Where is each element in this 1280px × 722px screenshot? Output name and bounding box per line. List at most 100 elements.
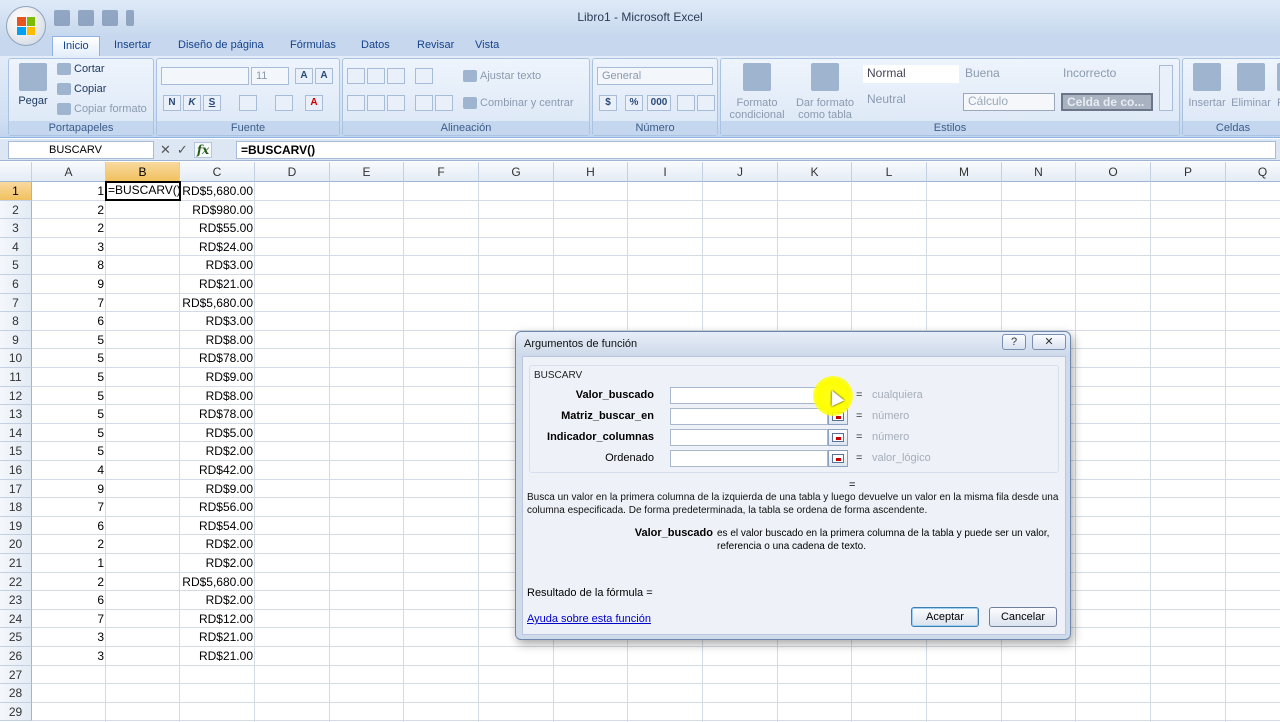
cell-a2[interactable]: 2 bbox=[32, 201, 106, 220]
column-header-j[interactable]: J bbox=[703, 162, 778, 182]
cell-c10[interactable]: RD$78.00 bbox=[180, 349, 255, 368]
row-header-2[interactable]: 2 bbox=[0, 200, 32, 220]
select-all-corner[interactable] bbox=[0, 162, 32, 182]
increase-decimal-icon[interactable] bbox=[677, 95, 695, 111]
cell-a10[interactable]: 5 bbox=[32, 349, 106, 368]
cut-button[interactable]: Cortar bbox=[57, 63, 105, 76]
tab-inicio[interactable]: Inicio bbox=[52, 36, 100, 56]
increase-indent-icon[interactable] bbox=[435, 95, 453, 111]
number-format-combo[interactable]: General bbox=[597, 67, 713, 85]
cell-c26[interactable]: RD$21.00 bbox=[180, 647, 255, 666]
row-header-18[interactable]: 18 bbox=[0, 498, 32, 517]
format-painter-button[interactable]: Copiar formato bbox=[57, 103, 147, 116]
column-header-g[interactable]: G bbox=[479, 162, 554, 182]
copy-button[interactable]: Copiar bbox=[57, 83, 106, 96]
cell-a3[interactable]: 2 bbox=[32, 219, 106, 238]
insert-function-icon[interactable]: fx bbox=[193, 142, 213, 158]
cell-a7[interactable]: 7 bbox=[32, 294, 106, 313]
cell-c5[interactable]: RD$3.00 bbox=[180, 256, 255, 275]
shrink-font-icon[interactable]: A bbox=[315, 68, 333, 84]
cell-c12[interactable]: RD$8.00 bbox=[180, 387, 255, 406]
cell-c23[interactable]: RD$2.00 bbox=[180, 591, 255, 610]
row-header-24[interactable]: 24 bbox=[0, 609, 32, 629]
column-header-q[interactable]: Q bbox=[1226, 162, 1280, 182]
align-middle-icon[interactable] bbox=[367, 68, 385, 84]
column-header-m[interactable]: M bbox=[927, 162, 1002, 182]
style-buena[interactable]: Buena bbox=[961, 65, 1057, 83]
cell-a6[interactable]: 9 bbox=[32, 275, 106, 294]
grow-font-icon[interactable]: A bbox=[295, 68, 313, 84]
cell-c1[interactable]: RD$5,680.00 bbox=[180, 182, 255, 201]
cell-a14[interactable]: 5 bbox=[32, 424, 106, 443]
cell-a1[interactable]: 1 bbox=[32, 182, 106, 201]
tab-diseno-pagina[interactable]: Diseño de página bbox=[168, 36, 274, 56]
cell-a26[interactable]: 3 bbox=[32, 647, 106, 666]
paste-button[interactable]: Pegar bbox=[15, 63, 51, 107]
help-link[interactable]: Ayuda sobre esta función bbox=[527, 613, 651, 625]
cell-a21[interactable]: 1 bbox=[32, 554, 106, 573]
row-header-16[interactable]: 16 bbox=[0, 461, 32, 480]
row-header-13[interactable]: 13 bbox=[0, 405, 32, 424]
collapse-dialog-button-4[interactable] bbox=[828, 450, 848, 467]
row-header-10[interactable]: 10 bbox=[0, 349, 32, 368]
row-header-20[interactable]: 20 bbox=[0, 535, 32, 554]
collapse-dialog-button-3[interactable] bbox=[828, 429, 848, 446]
cell-a13[interactable]: 5 bbox=[32, 405, 106, 424]
orientation-icon[interactable] bbox=[415, 68, 433, 84]
column-header-e[interactable]: E bbox=[330, 162, 404, 182]
cell-c7[interactable]: RD$5,680.00 bbox=[180, 294, 255, 313]
font-color-icon[interactable]: A bbox=[305, 95, 323, 111]
cell-c2[interactable]: RD$980.00 bbox=[180, 201, 255, 220]
style-calculo[interactable]: Cálculo bbox=[963, 93, 1055, 111]
cell-c22[interactable]: RD$5,680.00 bbox=[180, 573, 255, 592]
column-header-d[interactable]: D bbox=[255, 162, 330, 182]
cell-c6[interactable]: RD$21.00 bbox=[180, 275, 255, 294]
row-header-19[interactable]: 19 bbox=[0, 516, 32, 536]
cell-c14[interactable]: RD$5.00 bbox=[180, 424, 255, 443]
column-header-a[interactable]: A bbox=[32, 162, 106, 182]
row-header-22[interactable]: 22 bbox=[0, 572, 32, 592]
cell-c11[interactable]: RD$9.00 bbox=[180, 368, 255, 387]
cell-a17[interactable]: 9 bbox=[32, 480, 106, 499]
cell-c15[interactable]: RD$2.00 bbox=[180, 442, 255, 461]
column-header-o[interactable]: O bbox=[1076, 162, 1151, 182]
arg-input-valor-buscado[interactable] bbox=[670, 387, 828, 404]
row-header-23[interactable]: 23 bbox=[0, 591, 32, 610]
name-box[interactable]: BUSCARV bbox=[8, 141, 154, 159]
column-header-b[interactable]: B bbox=[106, 162, 180, 182]
arg-input-ordenado[interactable] bbox=[670, 450, 828, 467]
font-size-combo[interactable]: 11 bbox=[251, 67, 289, 85]
style-neutral[interactable]: Neutral bbox=[863, 91, 959, 109]
bold-button[interactable]: N bbox=[163, 95, 181, 111]
row-header-17[interactable]: 17 bbox=[0, 479, 32, 499]
row-header-15[interactable]: 15 bbox=[0, 442, 32, 461]
cell-a24[interactable]: 7 bbox=[32, 610, 106, 629]
cell-a5[interactable]: 8 bbox=[32, 256, 106, 275]
cell-a15[interactable]: 5 bbox=[32, 442, 106, 461]
cell-a9[interactable]: 5 bbox=[32, 331, 106, 350]
cell-a19[interactable]: 6 bbox=[32, 517, 106, 536]
cancel-icon[interactable]: ✕ bbox=[160, 142, 171, 158]
cell-a8[interactable]: 6 bbox=[32, 312, 106, 331]
cell-a12[interactable]: 5 bbox=[32, 387, 106, 406]
underline-button[interactable]: S bbox=[203, 95, 221, 111]
cell-c8[interactable]: RD$3.00 bbox=[180, 312, 255, 331]
cell-c25[interactable]: RD$21.00 bbox=[180, 628, 255, 647]
row-header-14[interactable]: 14 bbox=[0, 423, 32, 443]
cell-a25[interactable]: 3 bbox=[32, 628, 106, 647]
align-bottom-icon[interactable] bbox=[387, 68, 405, 84]
percent-button[interactable]: % bbox=[625, 95, 643, 111]
row-header-12[interactable]: 12 bbox=[0, 386, 32, 406]
row-header-9[interactable]: 9 bbox=[0, 330, 32, 350]
format-as-table-button[interactable]: Dar formato como tabla bbox=[793, 63, 857, 121]
row-header-11[interactable]: 11 bbox=[0, 368, 32, 387]
cell-c17[interactable]: RD$9.00 bbox=[180, 480, 255, 499]
tab-vista[interactable]: Vista bbox=[465, 36, 509, 56]
style-incorrecto[interactable]: Incorrecto bbox=[1059, 65, 1155, 83]
column-header-i[interactable]: I bbox=[628, 162, 703, 182]
active-cell-b1[interactable]: =BUSCARV() bbox=[105, 181, 181, 201]
styles-scroll-icon[interactable] bbox=[1159, 65, 1173, 111]
row-header-28[interactable]: 28 bbox=[0, 684, 32, 703]
column-header-h[interactable]: H bbox=[554, 162, 628, 182]
wrap-text-button[interactable]: Ajustar texto bbox=[463, 70, 541, 83]
